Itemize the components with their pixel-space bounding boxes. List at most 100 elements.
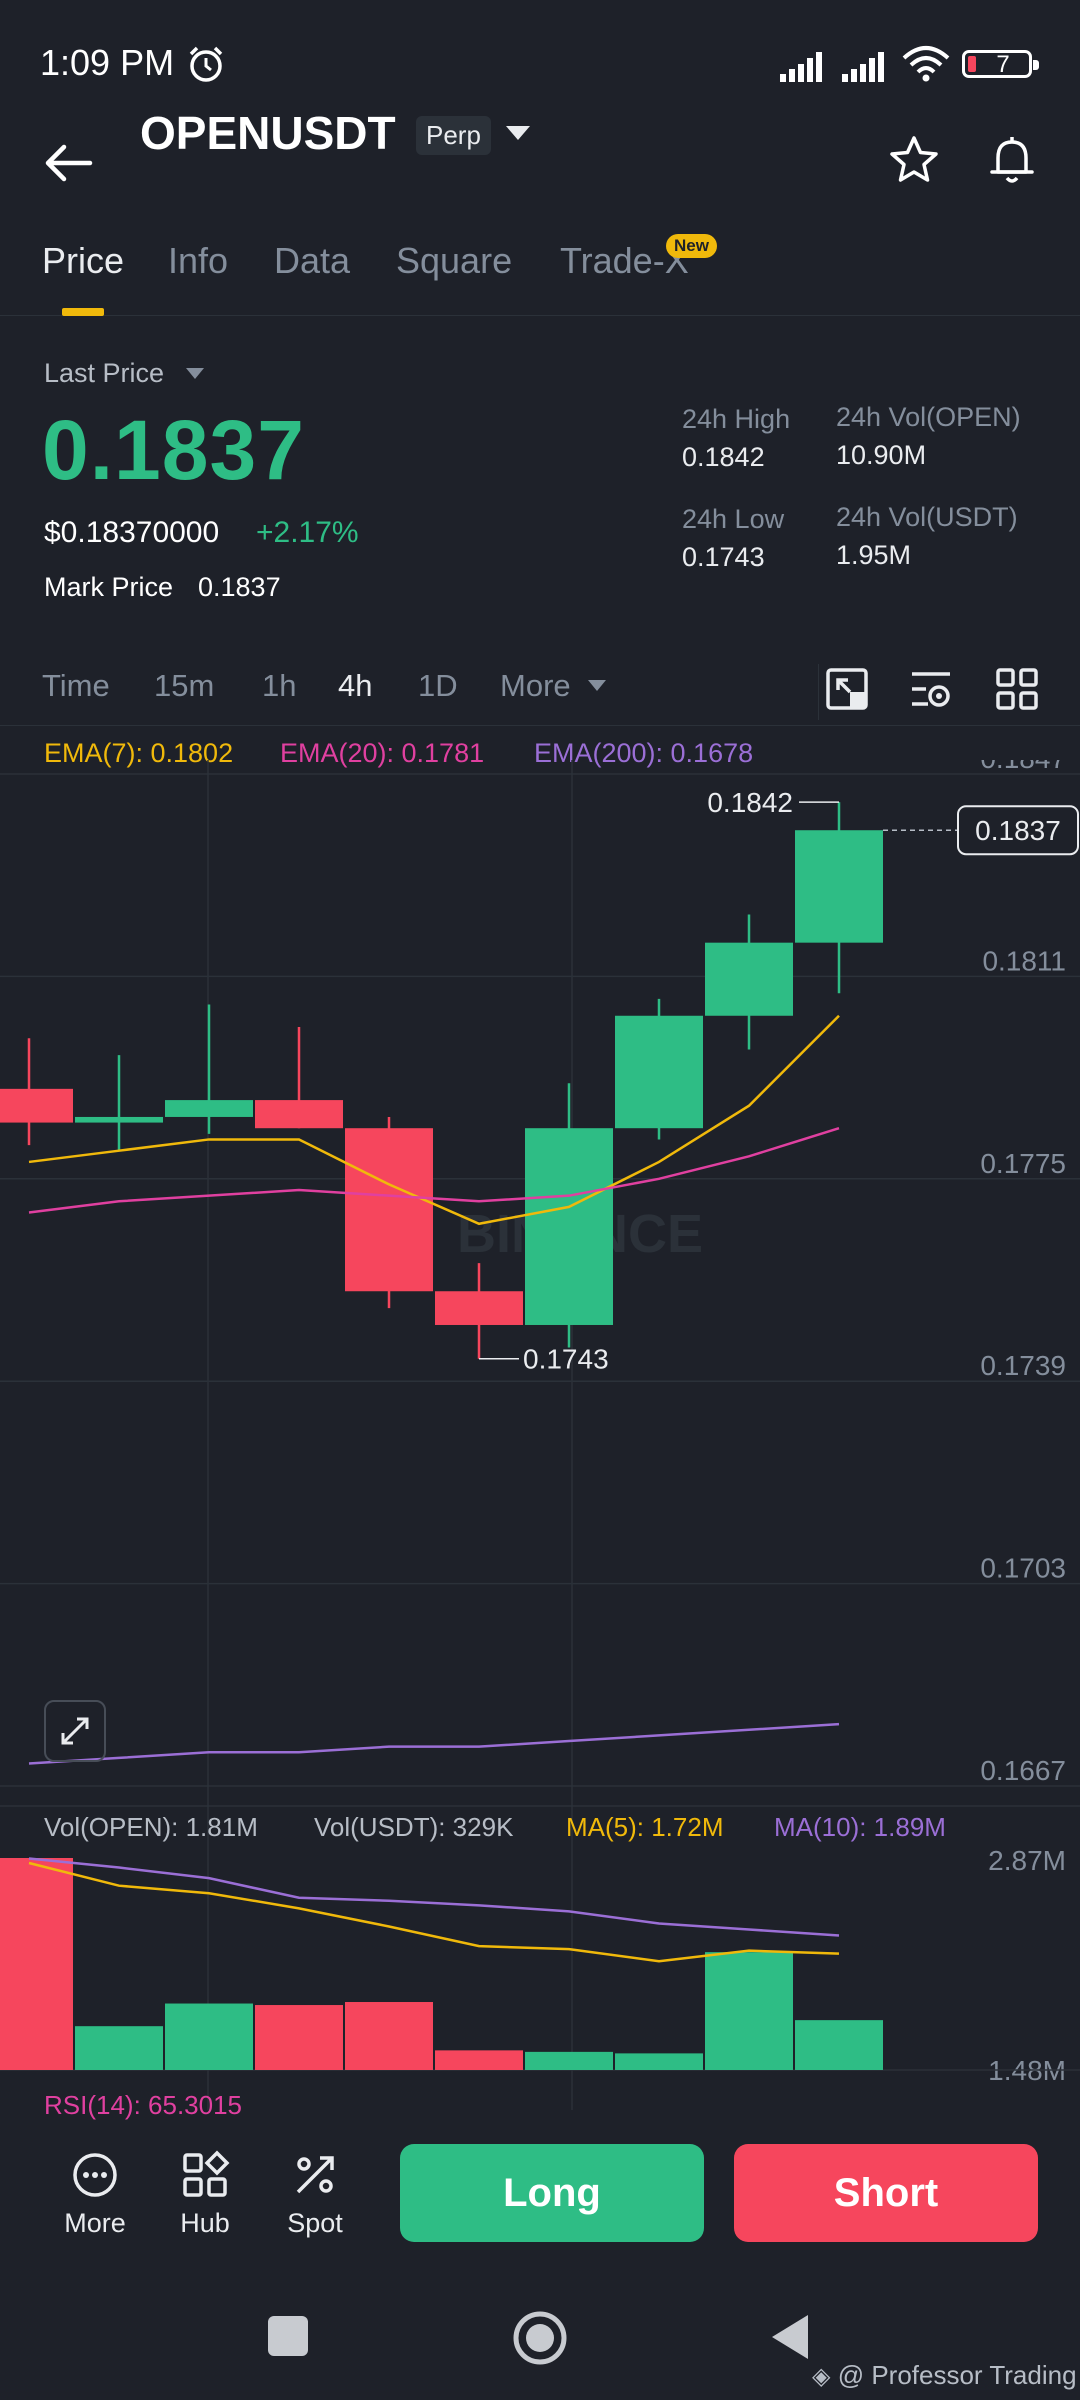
star-icon[interactable] [888,134,940,186]
interval-bar: Time 15m 1h 4h 1D More [0,656,1080,726]
spot-swap-icon [296,2156,334,2194]
status-bar: 1:09 PM 7 [0,0,1080,120]
candle-body [525,1128,613,1325]
indicator-settings-icon[interactable] [908,666,954,712]
expand-chart-button[interactable] [44,1700,106,1762]
alarm-icon [189,46,223,82]
pair-title[interactable]: OPENUSDT [140,106,396,160]
spot-label: Spot [287,2208,343,2238]
more-label: More [64,2208,126,2238]
interval-more[interactable]: More [500,668,571,704]
candle-body [0,1088,73,1123]
tab-info[interactable]: Info [168,240,228,282]
last-price-dropdown-icon[interactable] [186,368,204,379]
candle-body [705,942,793,1016]
candle-body [795,830,883,943]
last-price-label[interactable]: Last Price [44,358,164,389]
volume-bar [795,2020,883,2070]
price-axis-tick: 0.1667 [980,1755,1066,1786]
back-arrow-icon[interactable] [40,138,96,188]
spot-button[interactable]: Spot [260,2150,370,2239]
rsi-legend: RSI(14): 65.3015 [44,2090,243,2120]
active-tab-indicator [62,308,104,316]
main-tabs: Price Info Data Square Trade-X [0,240,1080,316]
price-axis-tick: 0.1775 [980,1148,1066,1179]
high-value: 0.1842 [682,442,765,472]
ma5-line [28,1861,840,1963]
more-dropdown-icon[interactable] [588,680,606,691]
ma10-legend: MA(10): 1.89M [774,1812,946,1842]
low-label: 24h Low [682,504,785,534]
ma10-line [28,1857,840,1937]
grid-layout-icon[interactable] [994,666,1040,712]
volume-bar [705,1952,793,2070]
tab-price[interactable]: Price [42,240,124,282]
vol-usdt-label: 24h Vol(USDT) [836,502,1018,532]
clock: 1:09 PM [40,42,175,83]
long-button[interactable]: Long [400,2144,704,2242]
candle-body [165,1100,253,1117]
volume-bar [345,2002,433,2070]
back-nav-button[interactable] [768,2312,812,2362]
volume-bar [255,2005,343,2070]
last-price: 0.1837 [42,403,305,497]
volume-bar [615,2053,703,2070]
more-dots-icon [73,2153,117,2197]
signal-icon-2 [842,52,884,82]
volume-bar [0,1858,73,2070]
mark-price-value: 0.1837 [198,572,281,602]
hub-button[interactable]: Hub [150,2150,260,2239]
interval-1h[interactable]: 1h [262,668,296,704]
vol-open-value: 10.90M [836,440,927,470]
price-axis-tick: 0.1811 [982,945,1066,976]
candle-body [75,1116,163,1123]
candle-body [255,1100,343,1129]
ema200-line [28,1722,840,1765]
volume-bar [75,2026,163,2070]
new-badge: New [666,234,717,258]
pair-dropdown-icon[interactable] [506,126,530,140]
bell-icon[interactable] [984,132,1040,188]
volume-bar [435,2050,523,2070]
ema20-line [28,1127,840,1214]
low-value: 0.1743 [682,542,765,572]
expand-icon [61,1717,89,1745]
home-button[interactable] [512,2310,568,2366]
interval-4h[interactable]: 4h [338,668,372,704]
hub-icon [183,2150,230,2197]
vol-open-legend: Vol(OPEN): 1.81M [44,1812,258,1842]
interval-time[interactable]: Time [42,668,110,704]
interval-15m[interactable]: 15m [154,668,214,704]
recent-apps-button[interactable] [268,2316,308,2356]
hub-label: Hub [180,2208,230,2238]
vol-open-label: 24h Vol(OPEN) [836,402,1021,432]
vol-usdt-value: 1.95M [836,540,912,570]
volume-bar [525,2051,613,2070]
more-button[interactable]: More [40,2150,150,2239]
bottom-action-bar: More Hub Spot Long Short [0,2128,1080,2278]
wifi-icon [902,46,950,82]
signal-icon [780,52,822,82]
interval-1d[interactable]: 1D [418,668,458,704]
divider [818,664,819,720]
diamond-icon: ◈ [812,2363,831,2390]
last-price-tag-label: 0.1837 [975,815,1061,846]
price-axis-tick: 0.1703 [980,1553,1066,1584]
tab-data[interactable]: Data [274,240,350,282]
mark-price-label: Mark Price [44,572,174,602]
perp-badge: Perp [416,116,491,155]
volume-bar [165,2003,253,2070]
ma5-legend: MA(5): 1.72M [566,1812,724,1842]
fullscreen-chart-icon[interactable] [824,666,870,712]
watermark: ◈ @ Professor Trading [812,2360,1077,2390]
price-change: +2.17% [256,516,359,549]
price-axis-tick: 0.1847 [980,760,1066,774]
volume-axis-tick: 2.87M [988,1845,1066,1876]
price-chart[interactable]: 0.18470.18110.17750.17390.17030.1667BINA… [0,760,1080,2120]
high-marker-label: 0.1842 [707,787,793,818]
candle-body [345,1128,433,1292]
vol-usdt-legend: Vol(USDT): 329K [314,1812,514,1842]
short-button[interactable]: Short [734,2144,1038,2242]
tab-square[interactable]: Square [396,240,512,282]
low-marker-label: 0.1743 [523,1344,609,1375]
